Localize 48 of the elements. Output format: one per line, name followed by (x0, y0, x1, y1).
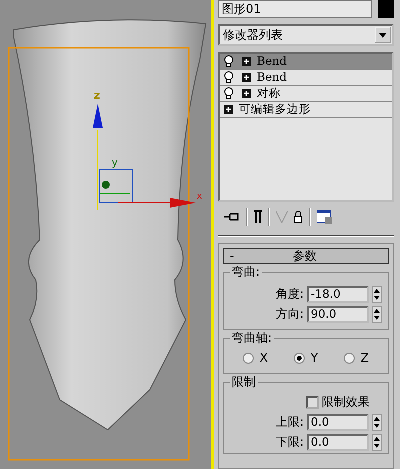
configure-icon[interactable] (317, 210, 333, 224)
checkbox[interactable] (306, 396, 319, 408)
field-label: 下限: (276, 434, 304, 451)
spinner-icon[interactable] (372, 286, 382, 302)
number-field[interactable]: -18.0 (307, 286, 369, 302)
spinner-icon[interactable] (372, 414, 382, 430)
radio-button[interactable] (344, 352, 355, 364)
number-field[interactable]: 90.0 (307, 306, 369, 322)
lightbulb-icon[interactable] (224, 71, 234, 84)
spinner-icon[interactable] (372, 434, 382, 450)
spinner-icon[interactable] (372, 306, 382, 322)
axis-label: y (112, 158, 118, 169)
radio-button[interactable] (294, 352, 305, 364)
group-title: 弯曲: (230, 265, 262, 279)
expand-plus-icon[interactable] (224, 105, 233, 114)
group-title: 弯曲轴: (230, 331, 274, 345)
expand-plus-icon[interactable] (242, 89, 251, 98)
show-end-result-icon[interactable] (254, 210, 262, 224)
color-swatch[interactable] (378, 0, 394, 18)
number-field[interactable]: 0.0 (307, 414, 369, 430)
stack-item[interactable]: 可编辑多边形 (220, 102, 392, 118)
field-label: 方向: (276, 306, 304, 323)
radio-label: Z (360, 350, 370, 367)
rollout-header[interactable]: - 参数 (223, 248, 389, 264)
axis-label: x (197, 192, 202, 202)
dropdown-label: 修改器列表 (223, 27, 283, 44)
collapse-toggle[interactable]: - (224, 249, 234, 263)
radio-button[interactable] (242, 352, 254, 364)
group-title: 限制 (230, 375, 258, 389)
field-label: 上限: (276, 414, 304, 431)
lightbulb-icon[interactable] (224, 55, 234, 68)
lock-icon[interactable] (294, 210, 303, 224)
modifier-list-dropdown[interactable]: 修改器列表 (218, 24, 394, 46)
stack-item[interactable]: Bend (220, 54, 392, 70)
radio-label: Y (310, 350, 318, 367)
object-name-field[interactable]: 图形01 (218, 0, 372, 18)
checkbox-label: 限制效果 (322, 394, 370, 411)
stack-item[interactable]: 对称 (220, 86, 392, 102)
lightbulb-icon[interactable] (224, 87, 234, 100)
expand-plus-icon[interactable] (242, 73, 251, 82)
pin-icon[interactable] (224, 212, 240, 222)
radio-label: X (260, 350, 268, 367)
rollout-title: 参数 (292, 249, 318, 263)
number-field[interactable]: 0.0 (307, 434, 369, 450)
axis-label: z (94, 89, 100, 102)
field-label: 角度: (276, 286, 304, 303)
stack-item[interactable]: Bend (220, 70, 392, 86)
expand-plus-icon[interactable] (242, 57, 251, 66)
